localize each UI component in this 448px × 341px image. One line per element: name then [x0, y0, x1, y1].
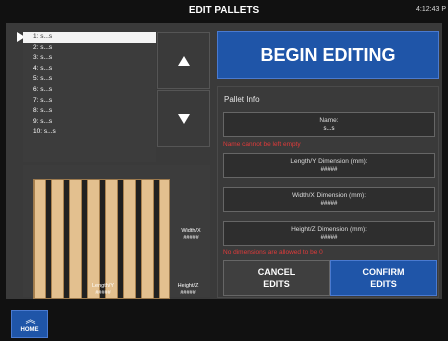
- list-item[interactable]: 6: s...s: [23, 85, 156, 96]
- width-field-label: Width/X Dimension (mm):: [291, 192, 367, 199]
- home-button[interactable]: ︽ HOME: [11, 310, 48, 338]
- pallet-info-title: Pallet Info: [224, 95, 260, 104]
- list-item[interactable]: 3: s...s: [23, 53, 156, 64]
- confirm-line-1: CONFIRM: [362, 267, 405, 277]
- arrow-up-icon: [177, 55, 190, 66]
- list-item[interactable]: 10: s...s: [23, 127, 156, 138]
- page-title: EDIT PALLETS: [188, 5, 260, 16]
- list-item[interactable]: 9: s...s: [23, 117, 156, 128]
- length-label-text: Length/Y: [91, 283, 115, 289]
- list-item[interactable]: 7: s...s: [23, 96, 156, 107]
- clock: 4:12:43 P: [416, 6, 446, 13]
- arrow-down-icon: [177, 113, 190, 124]
- name-error: Name cannot be left empty: [223, 141, 301, 148]
- double-chevron-up-icon: ︽: [25, 314, 36, 326]
- length-value: #####: [95, 290, 111, 296]
- length-field[interactable]: Length/Y Dimension (mm): #####: [223, 153, 435, 178]
- height-label: Height/Z #####: [168, 283, 208, 297]
- width-value: #####: [183, 235, 199, 241]
- height-field-label: Height/Z Dimension (mm):: [291, 226, 367, 233]
- height-label-text: Height/Z: [177, 283, 199, 289]
- list-item[interactable]: 4: s...s: [23, 64, 156, 75]
- scroll-down-button[interactable]: [157, 90, 210, 147]
- pallet-image: [33, 179, 170, 299]
- begin-editing-button[interactable]: BEGIN EDITING: [217, 31, 439, 79]
- height-value: #####: [180, 290, 196, 296]
- name-field-label: Name:: [319, 117, 339, 124]
- confirm-line-2: EDITS: [370, 279, 397, 289]
- title-bar: EDIT PALLETS 4:12:43 P: [0, 0, 448, 22]
- cancel-edits-button[interactable]: CANCEL EDITS: [223, 260, 330, 296]
- length-label: Length/Y #####: [83, 283, 123, 297]
- width-label-text: Width/X: [181, 228, 201, 234]
- height-field-value: #####: [320, 235, 338, 241]
- confirm-edits-button[interactable]: CONFIRM EDITS: [330, 260, 437, 296]
- name-field-value: s...s: [323, 126, 335, 132]
- list-item[interactable]: 2: s...s: [23, 43, 156, 54]
- width-label: Width/X #####: [172, 228, 210, 242]
- name-field[interactable]: Name: s...s: [223, 112, 435, 137]
- cancel-line-2: EDITS: [263, 279, 290, 289]
- pallet-diagram: Width/X ##### Length/Y ##### Height/Z ##…: [23, 165, 210, 299]
- width-field[interactable]: Width/X Dimension (mm): #####: [223, 187, 435, 212]
- pallet-list[interactable]: 1: s...s 2: s...s 3: s...s 4: s...s 5: s…: [23, 32, 156, 162]
- cancel-line-1: CANCEL: [257, 267, 296, 277]
- home-label: HOME: [20, 326, 39, 333]
- pallet-info-panel: Pallet Info Name: s...s Name cannot be l…: [217, 86, 439, 298]
- dimension-error: No dimensions are allowed to be 0: [223, 249, 323, 256]
- list-item[interactable]: 8: s...s: [23, 106, 156, 117]
- list-item[interactable]: 5: s...s: [23, 74, 156, 85]
- length-field-label: Length/Y Dimension (mm):: [290, 158, 368, 165]
- length-field-value: #####: [320, 167, 338, 173]
- height-field[interactable]: Height/Z Dimension (mm): #####: [223, 221, 435, 246]
- scroll-up-button[interactable]: [157, 32, 210, 89]
- width-field-value: #####: [320, 201, 338, 207]
- list-item[interactable]: 1: s...s: [23, 32, 156, 43]
